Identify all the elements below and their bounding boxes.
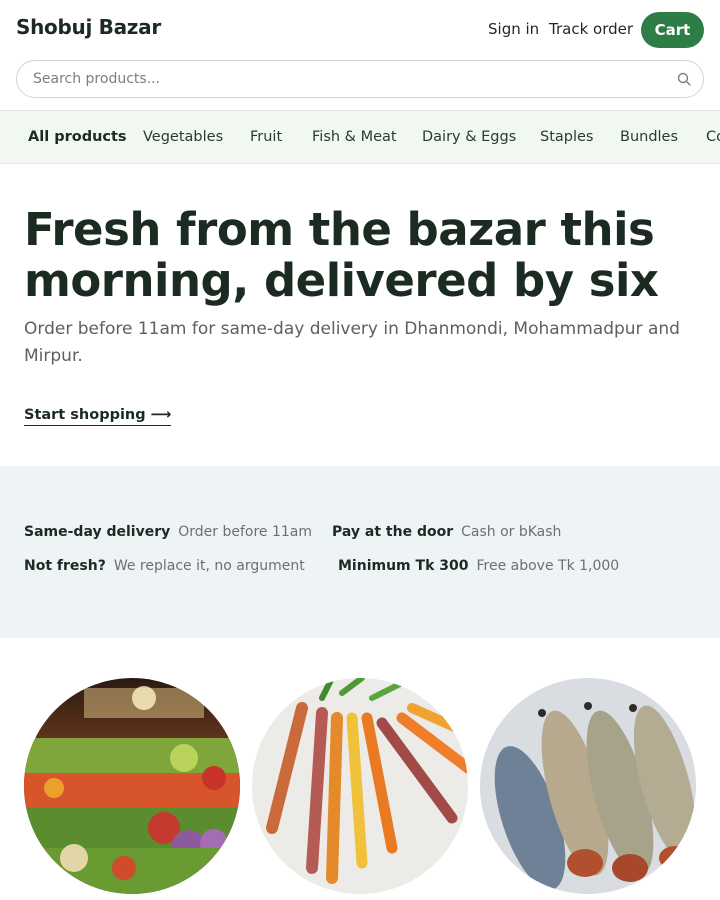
sign-in-link[interactable]: Sign in	[488, 20, 539, 38]
feature-title: Pay at the door	[332, 524, 454, 540]
feature-detail: Free above Tk 1,000	[476, 558, 620, 574]
category-staples[interactable]: Staples	[540, 129, 593, 145]
feature-detail: We replace it, no argument	[113, 558, 305, 574]
fish-image[interactable]	[480, 678, 696, 894]
vegetable-market-image[interactable]	[24, 678, 240, 894]
category-all-products[interactable]: All products	[28, 129, 127, 145]
feature-detail: Order before 11am	[178, 524, 313, 540]
feature-minimum-order: Minimum Tk 300 Free above Tk 1,000	[338, 558, 619, 574]
brand-logo[interactable]: Shobuj Bazar	[16, 15, 161, 39]
category-vegetables[interactable]: Vegetables	[143, 129, 223, 145]
hero-subtitle: Order before 11am for same-day delivery …	[24, 319, 680, 366]
track-order-link[interactable]: Track order	[549, 20, 633, 38]
feature-pay-at-door: Pay at the door Cash or bKash	[332, 524, 561, 540]
vegetable-market-photo	[24, 678, 240, 894]
features-band: Same-day delivery Order before 11am Pay a…	[0, 466, 720, 638]
category-fish-meat[interactable]: Fish & Meat	[312, 129, 397, 145]
feature-replacement: Not fresh? We replace it, no argument	[24, 558, 305, 574]
carrots-photo	[252, 678, 468, 894]
category-bundles[interactable]: Bundles	[620, 129, 678, 145]
start-shopping-link[interactable]: Start shopping ⟶	[24, 407, 172, 426]
feature-detail: Cash or bKash	[461, 524, 562, 540]
fish-photo	[480, 678, 696, 894]
search-bar[interactable]	[16, 60, 704, 98]
site-header: Shobuj Bazar Sign in Track order Cart	[0, 0, 720, 60]
category-dairy-eggs[interactable]: Dairy & Eggs	[422, 129, 516, 145]
hero-title: Fresh from the bazar this morning, deliv…	[24, 203, 659, 307]
search-icon[interactable]	[677, 72, 691, 86]
search-input[interactable]	[33, 61, 653, 97]
feature-title: Same-day delivery	[24, 524, 171, 540]
feature-title: Minimum Tk 300	[338, 558, 469, 574]
category-nav: All products Vegetables Fruit Fish & Mea…	[0, 110, 720, 164]
cart-button[interactable]: Cart	[641, 12, 704, 48]
carrots-image[interactable]	[252, 678, 468, 894]
category-fruit[interactable]: Fruit	[250, 129, 282, 145]
category-overflow[interactable]: Co	[706, 129, 720, 145]
feature-title: Not fresh?	[24, 558, 106, 574]
feature-same-day: Same-day delivery Order before 11am	[24, 524, 312, 540]
